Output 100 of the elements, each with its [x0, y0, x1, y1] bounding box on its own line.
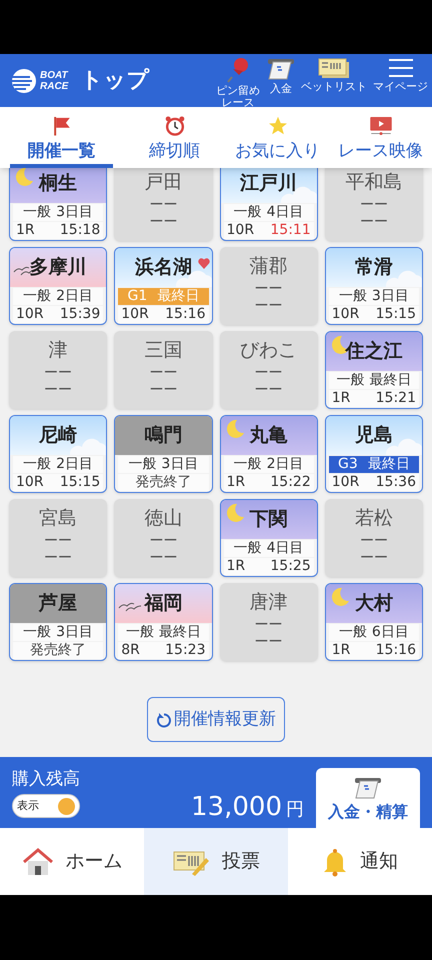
day-text: 最終日: [369, 372, 412, 389]
venue-tile[interactable]: 丸亀 一般 2日目 1R 15:22: [220, 415, 318, 493]
header-action-button[interactable]: ベットリスト: [299, 56, 369, 92]
venue-tile[interactable]: 鳴門 一般 3日目 発売終了: [114, 415, 212, 493]
venue-name: 若松: [354, 506, 393, 531]
tab[interactable]: 締切順: [123, 107, 226, 168]
birds-icon: [118, 600, 142, 612]
venue-tile[interactable]: 大村 一般 6日目 1R 15:16: [324, 583, 423, 661]
race-number: 1R: [16, 222, 35, 239]
no-race-text: ーー: [254, 282, 283, 296]
race-number: 10R: [332, 474, 360, 491]
no-race-text: ーー: [44, 551, 72, 565]
venue-name: 江戸川: [240, 171, 298, 196]
venue-tile[interactable]: 唐津 ーー ーー: [220, 583, 318, 661]
race-number: 1R: [226, 558, 246, 575]
venue-tile[interactable]: 宮島 ーー ーー: [9, 499, 108, 577]
venue-tile[interactable]: 戸田 ーー ーー: [114, 168, 212, 241]
venue-name: 三国: [144, 338, 182, 363]
series-text: 一般: [234, 204, 262, 221]
header-action-button[interactable]: マイページ: [371, 56, 430, 92]
venue-tile[interactable]: 常滑 一般 3日目 10R 15:15: [324, 247, 423, 325]
deadline-time: 15:25: [270, 558, 311, 575]
day-text: 4日目: [266, 204, 304, 221]
no-race-text: ーー: [149, 366, 178, 380]
venue-name: 唐津: [250, 590, 288, 615]
star-icon: [266, 115, 288, 136]
race-number: 10R: [16, 474, 44, 491]
venue-tile[interactable]: 芦屋 一般 3日目 発売終了: [9, 583, 108, 661]
header-action-button[interactable]: 入金: [265, 56, 297, 94]
header-action-button[interactable]: ピン留めレース: [213, 56, 263, 108]
no-race-text: ーー: [149, 383, 178, 397]
day-text: 2日目: [56, 456, 94, 473]
grade-text: G3: [338, 456, 358, 473]
race-number: 10R: [332, 306, 360, 323]
no-race-text: ーー: [254, 635, 283, 649]
venue-name: 戸田: [144, 170, 182, 195]
venue-tile[interactable]: 平和島 ーー ーー: [324, 168, 423, 241]
deposit-button[interactable]: 入金・精算: [316, 768, 420, 828]
series-text: 一般: [234, 456, 262, 473]
deadline-time: 15:11: [270, 222, 311, 239]
no-race-text: ーー: [149, 551, 178, 565]
race-number: 1R: [226, 474, 246, 491]
no-race-text: ーー: [149, 215, 178, 229]
tab[interactable]: レース映像: [329, 107, 432, 168]
day-text: 3日目: [56, 204, 94, 221]
venue-tile[interactable]: 児島 G3 最終日 10R 15:36: [324, 415, 423, 493]
venue-tile[interactable]: 多摩川 一般 2日目 10R 15:39: [9, 247, 108, 325]
logo-text: RACE: [40, 80, 68, 92]
no-race-text: ーー: [254, 299, 283, 313]
race-number: 1R: [332, 642, 350, 659]
house-icon: [22, 848, 54, 876]
show-toggle[interactable]: 表示: [12, 794, 80, 818]
venue-tile[interactable]: 三国 ーー ーー: [114, 331, 212, 409]
venue-tile[interactable]: 尼崎 一般 2日目 10R 15:15: [9, 415, 108, 493]
venue-name: 児島: [354, 423, 393, 448]
no-race-text: ーー: [360, 198, 388, 212]
tab[interactable]: お気に入り: [226, 107, 329, 168]
no-race-text: ーー: [149, 198, 178, 212]
currency-unit: 円: [286, 798, 304, 822]
venue-name: 大村: [354, 591, 393, 616]
venue-tile[interactable]: 下関 一般 4日目 1R 15:25: [220, 499, 318, 577]
venue-tile[interactable]: 住之江 一般 最終日 1R 15:21: [324, 331, 423, 409]
deadline-time: 15:16: [376, 642, 416, 659]
race-number: 10R: [16, 306, 44, 323]
venue-tile[interactable]: 福岡 一般 最終日 8R 15:23: [114, 583, 212, 661]
venue-tile[interactable]: 徳山 ーー ーー: [114, 499, 212, 577]
no-race-text: ーー: [44, 534, 72, 548]
menu-icon: [388, 56, 414, 78]
day-text: 2日目: [266, 456, 304, 473]
venue-name: 津: [48, 338, 68, 363]
venue-tile[interactable]: びわこ ーー ーー: [220, 331, 318, 409]
day-text: 3日目: [56, 624, 94, 641]
alarm-clock-icon: [164, 115, 186, 136]
deadline-time: 15:15: [376, 306, 416, 323]
series-text: 一般: [338, 288, 367, 305]
venue-name: 丸亀: [250, 423, 288, 448]
status-text: 発売終了: [30, 642, 86, 659]
venue-name: 桐生: [39, 171, 78, 196]
deadline-time: 15:23: [165, 642, 206, 659]
venue-tile[interactable]: 蒲郡 ーー ーー: [220, 247, 318, 325]
venue-tile[interactable]: 津 ーー ーー: [9, 331, 108, 409]
race-number: 10R: [226, 222, 254, 239]
no-race-text: ーー: [149, 534, 178, 548]
venue-tile[interactable]: 桐生 一般 3日目 1R 15:18: [9, 168, 108, 241]
status-text: 発売終了: [135, 474, 192, 491]
venue-name: 平和島: [345, 170, 402, 195]
series-text: 一般: [336, 372, 364, 389]
grade-text: G1: [127, 288, 148, 305]
venue-tile[interactable]: 江戸川 一般 4日目 10R 15:11: [220, 168, 318, 241]
nav-tab[interactable]: 投票: [144, 828, 288, 895]
venue-tile[interactable]: 浜名湖 G1 最終日 10R 15:16: [114, 247, 212, 325]
day-text: 3日目: [161, 456, 198, 473]
atm-icon: [267, 56, 295, 80]
venue-tile[interactable]: 若松 ーー ーー: [324, 499, 423, 577]
no-race-text: ーー: [254, 383, 283, 397]
refresh-button[interactable]: 開催情報更新: [147, 697, 285, 742]
video-player-icon: [368, 115, 392, 136]
venue-name: 鳴門: [144, 423, 182, 448]
no-race-text: ーー: [254, 618, 283, 632]
no-race-text: ーー: [44, 366, 72, 380]
